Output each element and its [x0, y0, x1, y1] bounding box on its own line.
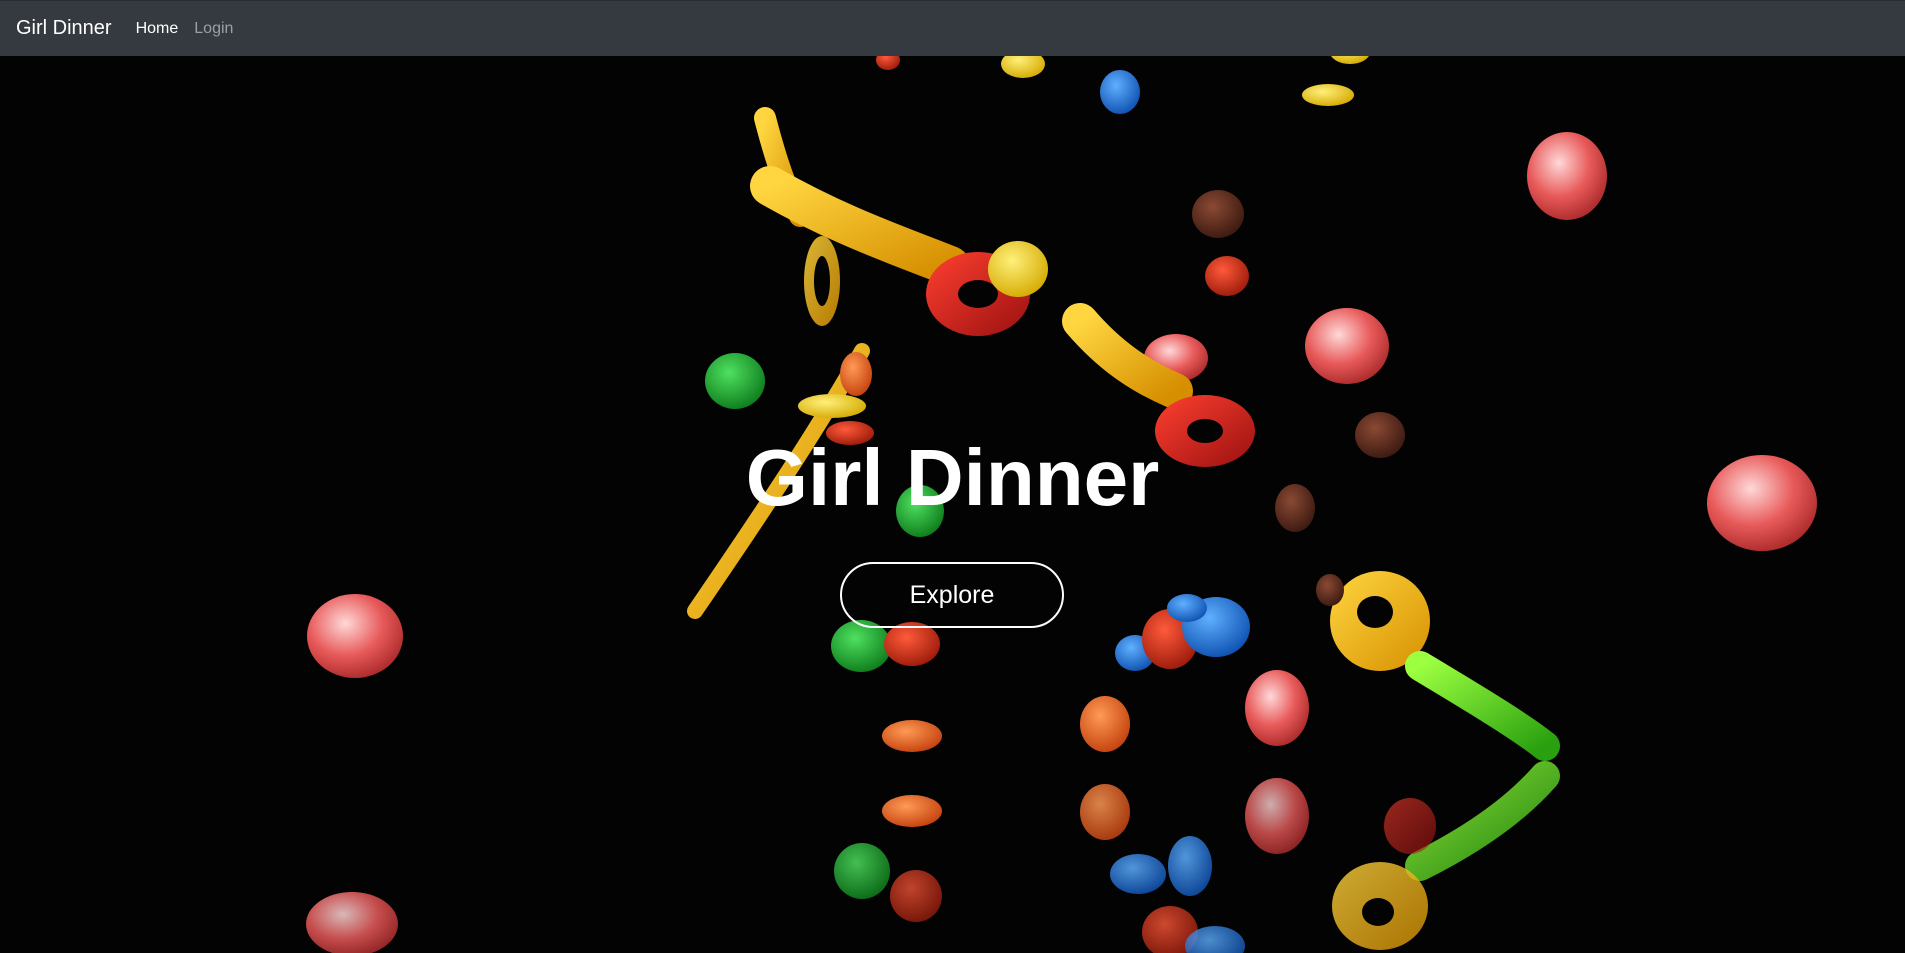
- explore-button[interactable]: Explore: [840, 562, 1064, 628]
- hero-section: Girl Dinner Explore: [0, 56, 1905, 953]
- hero-title: Girl Dinner: [745, 433, 1160, 522]
- nav-link-login[interactable]: Login: [194, 20, 233, 38]
- top-navbar: Girl Dinner Home Login: [0, 0, 1905, 56]
- nav-link-home[interactable]: Home: [136, 20, 179, 38]
- brand-link[interactable]: Girl Dinner: [16, 17, 112, 40]
